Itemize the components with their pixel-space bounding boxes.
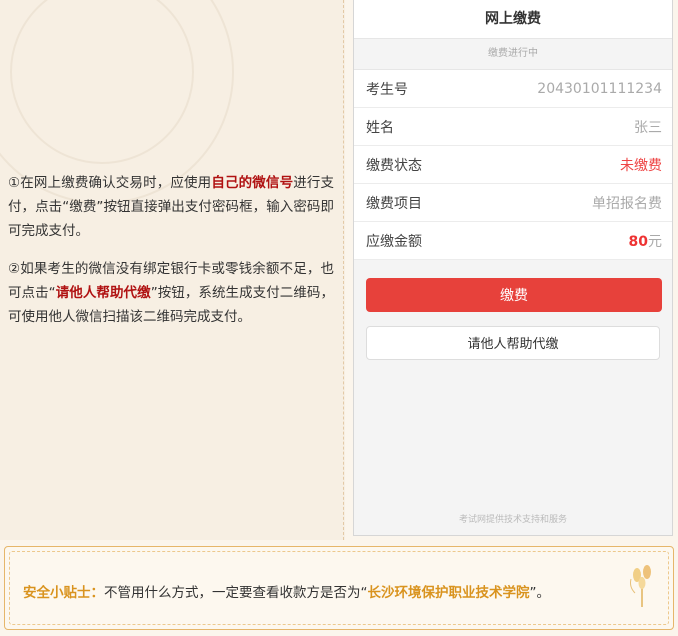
instructions: ①在网上缴费确认交易时，应使用自己的微信号进行支付，点击“缴费”按钮直接弹出支付… (8, 171, 334, 343)
row-exam-number: 考生号 20430101111234 (354, 70, 672, 108)
row-label: 姓名 (366, 119, 394, 136)
status-badge: 未缴费 (620, 157, 662, 174)
tip-text: 不管用什么方式，一定要查看收款方是否为“ (104, 585, 368, 601)
row-name: 姓名 张三 (354, 108, 672, 146)
pay-button[interactable]: 缴费 (366, 278, 662, 312)
amount-number: 80 (628, 233, 648, 250)
instruction-1-emphasis: 自己的微信号 (211, 175, 294, 191)
instruction-2: ②如果考生的微信没有绑定银行卡或零钱余额不足，也可点击“请他人帮助代缴”按钮，系… (8, 257, 334, 329)
row-label: 应缴金额 (366, 233, 422, 250)
row-amount-due: 应缴金额 80元 (354, 222, 672, 260)
amount-unit: 元 (648, 233, 662, 250)
dashed-divider (343, 0, 344, 540)
tip-label: 安全小贴士： (23, 585, 104, 601)
phone-footer: 考试网提供技术支持和服务 (458, 515, 567, 525)
status-banner: 缴费进行中 (354, 38, 672, 70)
safety-tip: 安全小贴士：不管用什么方式，一定要查看收款方是否为“长沙环境保护职业技术学院”。 (23, 581, 550, 601)
row-value: 20430101111234 (537, 80, 662, 97)
row-payment-item: 缴费项目 单招报名费 (354, 184, 672, 222)
safety-tip-box: 安全小贴士：不管用什么方式，一定要查看收款方是否为“长沙环境保护职业技术学院”。 (4, 546, 674, 630)
payment-details: 考生号 20430101111234 姓名 张三 缴费状态 未缴费 缴费项目 单… (354, 70, 672, 260)
tip-end: ”。 (529, 585, 551, 601)
instruction-2-emphasis: 请他人帮助代缴 (55, 285, 151, 301)
instruction-1-prefix: ①在网上缴费确认交易时，应使用 (8, 175, 212, 191)
row-label: 缴费状态 (366, 157, 422, 174)
row-payment-status: 缴费状态 未缴费 (354, 146, 672, 184)
row-value: 单招报名费 (592, 195, 662, 212)
ask-others-pay-button[interactable]: 请他人帮助代缴 (366, 326, 660, 360)
row-value: 张三 (634, 119, 662, 136)
row-label: 缴费项目 (366, 195, 422, 212)
amount-value: 80元 (629, 231, 662, 251)
wheat-icon (630, 565, 651, 607)
phone-screen: 网上缴费 缴费进行中 考生号 20430101111234 姓名 张三 缴费状态… (353, 0, 673, 536)
row-label: 考生号 (366, 81, 408, 98)
tip-emphasis: 长沙环境保护职业技术学院 (367, 585, 530, 601)
page-title: 网上缴费 (354, 0, 672, 38)
instruction-1: ①在网上缴费确认交易时，应使用自己的微信号进行支付，点击“缴费”按钮直接弹出支付… (8, 171, 334, 243)
